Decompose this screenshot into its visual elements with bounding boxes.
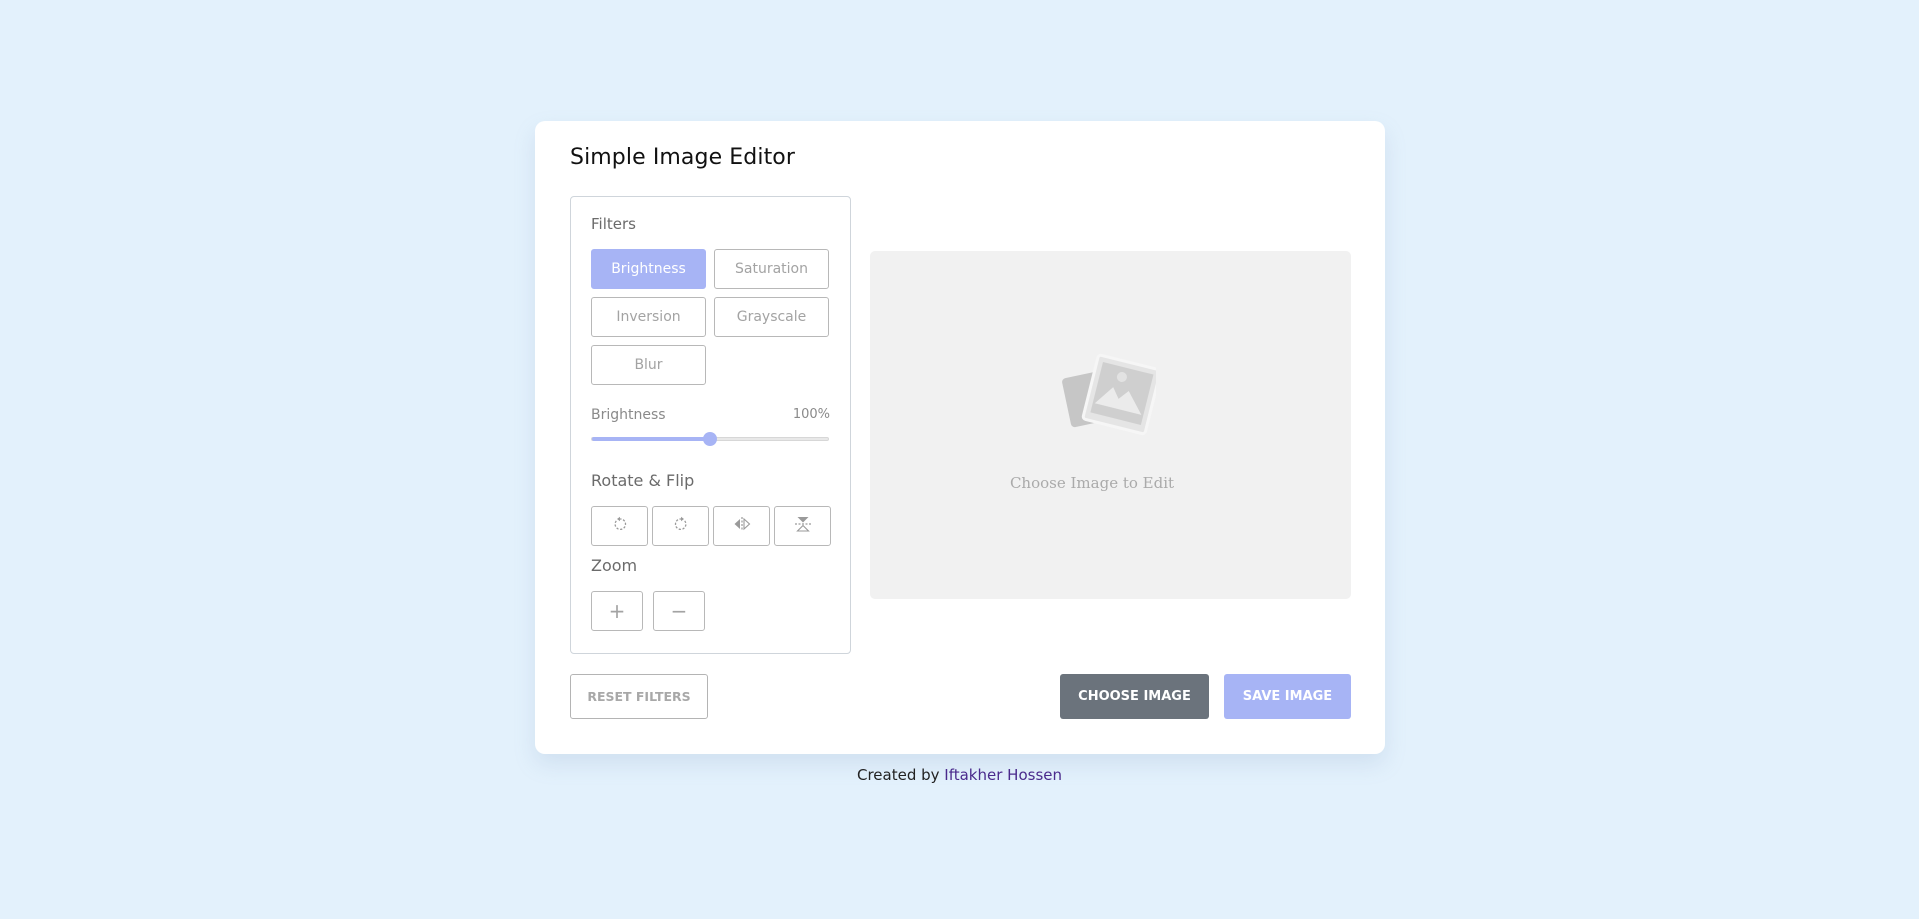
zoom-in-button[interactable]: + [591, 591, 643, 631]
filter-brightness-button[interactable]: Brightness [591, 249, 706, 289]
save-image-button[interactable]: SAVE IMAGE [1224, 674, 1351, 719]
rotate-right-icon [673, 516, 689, 536]
reset-filters-button[interactable]: RESET FILTERS [570, 674, 708, 719]
editor-card: Simple Image Editor Filters Brightness S… [535, 121, 1385, 754]
rotate-right-button[interactable] [652, 506, 709, 546]
filter-blur-button[interactable]: Blur [591, 345, 706, 385]
image-placeholder-icon [1060, 351, 1162, 447]
filter-grayscale-button[interactable]: Grayscale [714, 297, 829, 337]
rotate-flip-heading: Rotate & Flip [591, 471, 695, 490]
zoom-heading: Zoom [591, 556, 638, 575]
choose-image-button[interactable]: CHOOSE IMAGE [1060, 674, 1209, 719]
slider-thumb[interactable] [703, 432, 717, 446]
footer: Created by Iftakher Hossen [0, 766, 1919, 784]
footer-prefix: Created by [856, 766, 940, 784]
controls-panel: Filters Brightness Saturation Inversion … [570, 196, 851, 654]
page-title: Simple Image Editor [570, 145, 796, 170]
slider-value: 100% [792, 407, 830, 422]
filters-heading: Filters [591, 215, 636, 233]
flip-horizontal-icon [733, 516, 751, 536]
flip-vertical-icon [794, 516, 812, 536]
zoom-out-button[interactable]: − [653, 591, 705, 631]
placeholder-text: Choose Image to Edit [1009, 474, 1175, 492]
slider-fill [592, 437, 710, 441]
rotate-left-icon [612, 516, 628, 536]
image-preview[interactable]: Choose Image to Edit [870, 251, 1351, 599]
flip-vertical-button[interactable] [774, 506, 831, 546]
flip-horizontal-button[interactable] [713, 506, 770, 546]
filter-saturation-button[interactable]: Saturation [714, 249, 829, 289]
filter-slider[interactable] [591, 432, 829, 446]
rotate-left-button[interactable] [591, 506, 648, 546]
filter-inversion-button[interactable]: Inversion [591, 297, 706, 337]
slider-label: Brightness [591, 407, 666, 423]
author-link[interactable]: Iftakher Hossen [944, 766, 1062, 784]
